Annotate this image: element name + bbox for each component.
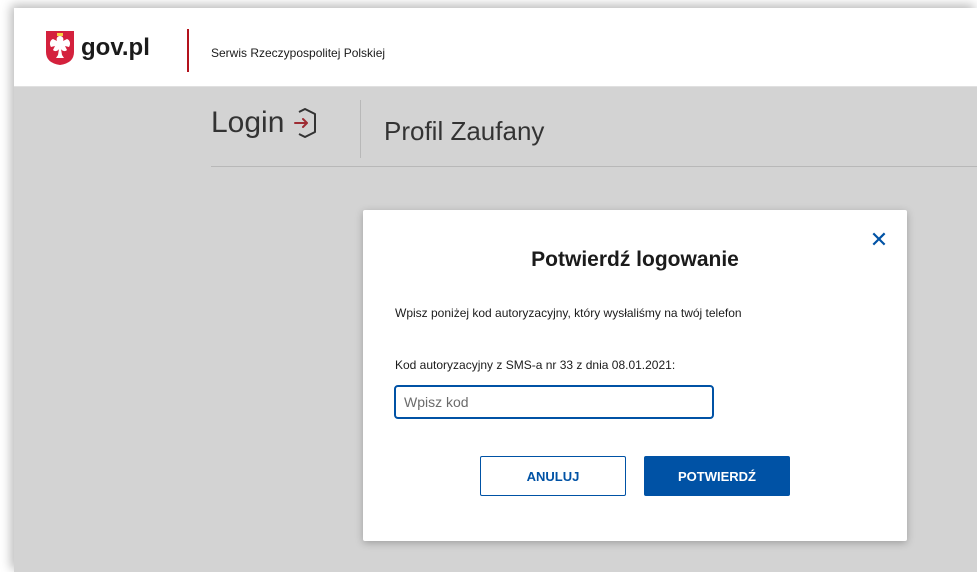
confirm-button[interactable]: POTWIERDŹ [644, 456, 790, 496]
close-icon[interactable]: ✕ [869, 229, 889, 251]
gov-logo[interactable]: gov.pl [45, 28, 150, 68]
logo-text: gov.pl [81, 34, 150, 61]
confirm-login-dialog: ✕ Potwierdź logowanie Wpisz poniżej kod … [363, 210, 907, 541]
service-name: Serwis Rzeczypospolitej Polskiej [211, 46, 386, 60]
dialog-description: Wpisz poniżej kod autoryzacyjny, który w… [395, 306, 742, 320]
header-divider [187, 29, 189, 72]
code-field-label: Kod autoryzacyjny z SMS-a nr 33 z dnia 0… [395, 358, 676, 372]
poland-emblem-icon [46, 31, 74, 65]
site-header: gov.pl Serwis Rzeczypospolitej Polskiej [14, 8, 977, 87]
dialog-title: Potwierdź logowanie [531, 248, 739, 271]
auth-code-input[interactable] [394, 385, 714, 419]
browser-frame: gov.pl Serwis Rzeczypospolitej Polskiej … [14, 8, 977, 572]
cancel-button[interactable]: ANULUJ [480, 456, 626, 496]
